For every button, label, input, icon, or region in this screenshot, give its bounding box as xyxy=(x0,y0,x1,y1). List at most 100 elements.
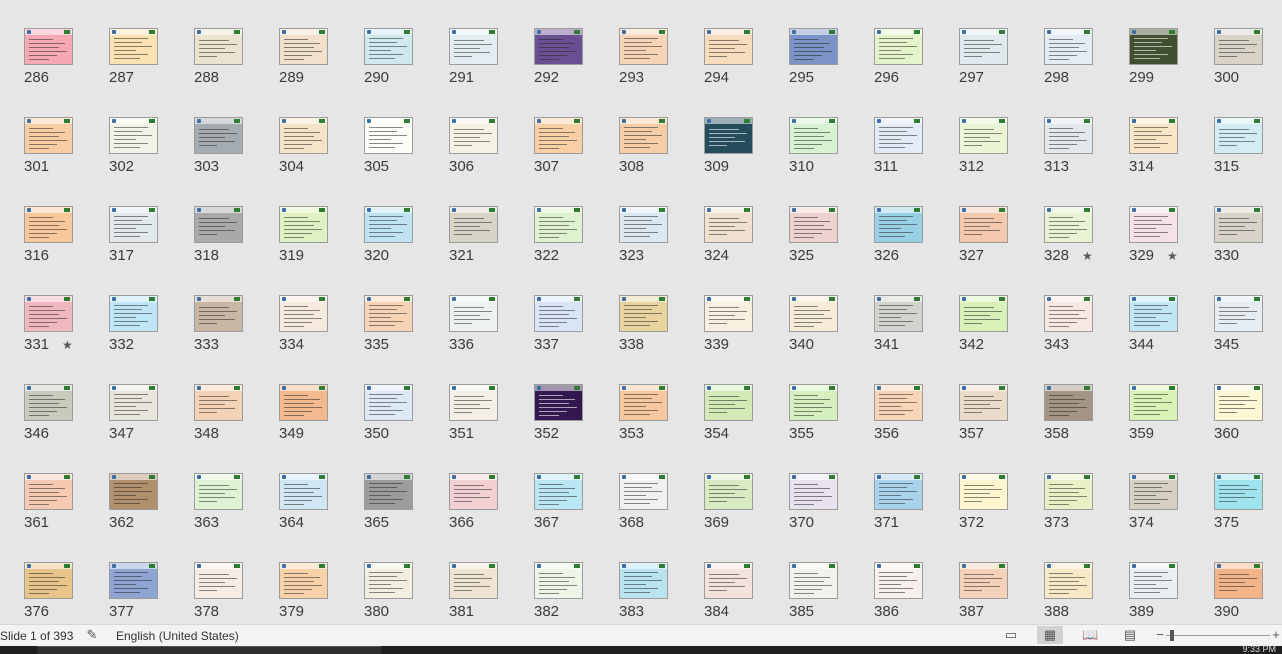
slide-thumbnail-item[interactable]: 337 xyxy=(510,267,595,356)
slide-preview[interactable] xyxy=(1044,384,1093,421)
slide-thumbnail-item[interactable]: 330 xyxy=(1190,178,1275,267)
slide-preview[interactable] xyxy=(959,28,1008,65)
slide-preview[interactable] xyxy=(109,295,158,332)
slide-preview[interactable] xyxy=(1044,28,1093,65)
slide-thumbnail-item[interactable]: 365 xyxy=(340,445,425,534)
slide-preview[interactable] xyxy=(194,473,243,510)
slide-preview[interactable] xyxy=(619,28,668,65)
slide-thumbnail-item[interactable]: 351 xyxy=(425,356,510,445)
slide-preview[interactable] xyxy=(109,473,158,510)
slide-thumbnail-item[interactable]: 343 xyxy=(1020,267,1105,356)
language-indicator[interactable]: English (United States) xyxy=(116,629,239,643)
slide-preview[interactable] xyxy=(959,473,1008,510)
slide-thumbnail-item[interactable]: 376 xyxy=(0,534,85,623)
slide-preview[interactable] xyxy=(1129,206,1178,243)
slide-thumbnail-item[interactable]: 358 xyxy=(1020,356,1105,445)
slide-thumbnail-item[interactable]: 286 xyxy=(0,0,85,89)
slide-thumbnail-item[interactable]: 368 xyxy=(595,445,680,534)
slide-preview[interactable] xyxy=(24,384,73,421)
slide-preview[interactable] xyxy=(24,206,73,243)
slide-thumbnail-item[interactable]: 305 xyxy=(340,89,425,178)
slide-thumbnail-item[interactable]: 326 xyxy=(850,178,935,267)
slide-preview[interactable] xyxy=(534,28,583,65)
slide-thumbnail-item[interactable]: 385 xyxy=(765,534,850,623)
animation-star-icon[interactable]: ★ xyxy=(62,338,73,352)
slide-thumbnail-item[interactable]: 375 xyxy=(1190,445,1275,534)
slide-thumbnail-item[interactable]: 301 xyxy=(0,89,85,178)
animation-star-icon[interactable]: ★ xyxy=(1167,249,1178,263)
slide-thumbnail-item[interactable]: 327 xyxy=(935,178,1020,267)
slide-thumbnail-item[interactable]: 311 xyxy=(850,89,935,178)
slide-thumbnail-item[interactable]: 390 xyxy=(1190,534,1275,623)
slide-thumbnail-item[interactable]: 367 xyxy=(510,445,595,534)
slide-preview[interactable] xyxy=(789,206,838,243)
slide-preview[interactable] xyxy=(1044,562,1093,599)
slide-thumbnail-item[interactable]: 288 xyxy=(170,0,255,89)
slide-preview[interactable] xyxy=(619,295,668,332)
slide-preview[interactable] xyxy=(534,117,583,154)
slide-thumbnail-item[interactable]: 340 xyxy=(765,267,850,356)
taskbar-search-box[interactable] xyxy=(37,646,381,654)
animation-star-icon[interactable]: ★ xyxy=(1082,249,1093,263)
slide-thumbnail-item[interactable]: 294 xyxy=(680,0,765,89)
zoom-slider-track[interactable] xyxy=(1166,635,1270,636)
slide-thumbnail-item[interactable]: 303 xyxy=(170,89,255,178)
slide-preview[interactable] xyxy=(1129,295,1178,332)
slide-thumbnail-item[interactable]: 341 xyxy=(850,267,935,356)
slide-thumbnail-item[interactable]: 338 xyxy=(595,267,680,356)
taskbar-clock[interactable]: 9:33 PM xyxy=(1242,644,1276,654)
slide-thumbnail-item[interactable]: 314 xyxy=(1105,89,1190,178)
slide-preview[interactable] xyxy=(704,473,753,510)
slide-preview[interactable] xyxy=(959,206,1008,243)
slide-thumbnail-item[interactable]: 366 xyxy=(425,445,510,534)
slide-preview[interactable] xyxy=(619,562,668,599)
slide-thumbnail-item[interactable]: 357 xyxy=(935,356,1020,445)
slide-preview[interactable] xyxy=(874,562,923,599)
slide-preview[interactable] xyxy=(449,473,498,510)
slide-thumbnail-item[interactable]: 289 xyxy=(255,0,340,89)
slide-thumbnail-item[interactable]: 312 xyxy=(935,89,1020,178)
slide-preview[interactable] xyxy=(704,117,753,154)
slide-preview[interactable] xyxy=(279,384,328,421)
slide-thumbnail-item[interactable]: 324 xyxy=(680,178,765,267)
slide-preview[interactable] xyxy=(24,473,73,510)
slide-preview[interactable] xyxy=(1129,384,1178,421)
slide-thumbnail-item[interactable]: 329 ★ xyxy=(1105,178,1190,267)
slide-preview[interactable] xyxy=(789,562,838,599)
slide-preview[interactable] xyxy=(449,295,498,332)
slide-preview[interactable] xyxy=(1044,206,1093,243)
slide-preview[interactable] xyxy=(449,28,498,65)
slide-thumbnail-item[interactable]: 360 xyxy=(1190,356,1275,445)
slide-preview[interactable] xyxy=(789,473,838,510)
slide-preview[interactable] xyxy=(194,384,243,421)
slide-thumbnail-item[interactable]: 342 xyxy=(935,267,1020,356)
slide-preview[interactable] xyxy=(1044,473,1093,510)
slide-thumbnail-item[interactable]: 306 xyxy=(425,89,510,178)
slide-preview[interactable] xyxy=(24,117,73,154)
slide-thumbnail-item[interactable]: 347 xyxy=(85,356,170,445)
slide-thumbnail-item[interactable]: 304 xyxy=(255,89,340,178)
slide-thumbnail-item[interactable]: 332 xyxy=(85,267,170,356)
slide-preview[interactable] xyxy=(1214,28,1263,65)
slide-preview[interactable] xyxy=(194,562,243,599)
slide-thumbnail-item[interactable]: 362 xyxy=(85,445,170,534)
slide-thumbnail-item[interactable]: 349 xyxy=(255,356,340,445)
slide-preview[interactable] xyxy=(1214,562,1263,599)
slide-preview[interactable] xyxy=(449,562,498,599)
slide-preview[interactable] xyxy=(364,28,413,65)
slide-thumbnail-item[interactable]: 299 xyxy=(1105,0,1190,89)
slide-preview[interactable] xyxy=(449,117,498,154)
accessibility-check-icon[interactable]: ✎ xyxy=(84,628,100,642)
slide-preview[interactable] xyxy=(1129,473,1178,510)
slide-preview[interactable] xyxy=(1214,295,1263,332)
slide-thumbnail-item[interactable]: 354 xyxy=(680,356,765,445)
slide-preview[interactable] xyxy=(279,473,328,510)
slide-preview[interactable] xyxy=(534,473,583,510)
slide-preview[interactable] xyxy=(534,206,583,243)
slide-preview[interactable] xyxy=(364,295,413,332)
slide-thumbnail-item[interactable]: 325 xyxy=(765,178,850,267)
slide-preview[interactable] xyxy=(194,206,243,243)
slide-preview[interactable] xyxy=(874,295,923,332)
slide-preview[interactable] xyxy=(1214,206,1263,243)
slide-preview[interactable] xyxy=(24,295,73,332)
